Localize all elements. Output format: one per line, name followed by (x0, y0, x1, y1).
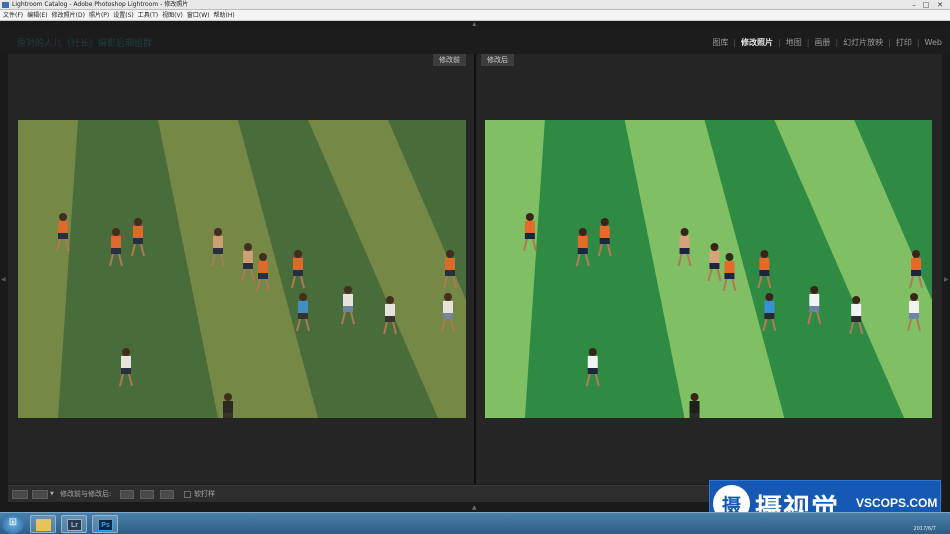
before-photo[interactable] (18, 120, 466, 418)
soft-proof-label: 软打样 (194, 490, 215, 498)
photoshop-icon: Ps (98, 519, 113, 531)
lightroom-app-icon (2, 2, 9, 8)
before-after-view-button[interactable] (32, 490, 48, 499)
module-separator: | (916, 38, 920, 47)
right-panel-toggle-icon[interactable]: ▶ (944, 276, 949, 283)
copy-before-to-after-button[interactable] (120, 490, 134, 499)
swap-before-after-button[interactable] (160, 490, 174, 499)
menu-bar: 文件(F) 编辑(E) 修改照片(D) 照片(P) 设置(S) 工具(T) 视图… (0, 10, 950, 21)
menu-edit[interactable]: 编辑(E) (27, 10, 51, 20)
identity-plate: 原对的人儿（社长）摄影后期组群 (17, 39, 153, 49)
module-develop[interactable]: 修改照片 (741, 37, 773, 48)
compare-divider (474, 54, 476, 484)
soft-proof-checkbox[interactable] (184, 491, 191, 498)
module-separator: | (888, 38, 891, 47)
module-separator: | (733, 38, 737, 47)
module-bar: 原对的人儿（社长）摄影后期组群 图库 | 修改照片 | 地图 | 画册 | 幻灯… (0, 26, 950, 54)
taskbar-clock: 2017/6/7 (913, 526, 936, 532)
after-label: 修改后 (481, 54, 514, 66)
folder-icon (36, 519, 51, 531)
menu-tools[interactable]: 工具(T) (138, 10, 162, 20)
menu-view[interactable]: 视图(V) (162, 10, 187, 20)
menu-file[interactable]: 文件(F) (3, 10, 27, 20)
module-map[interactable]: 地图 (786, 37, 802, 48)
taskbar-photoshop[interactable]: Ps (92, 515, 118, 533)
taskbar-lightroom[interactable]: Lr (61, 515, 87, 533)
module-print[interactable]: 打印 (896, 37, 912, 48)
copy-after-to-before-button[interactable] (140, 490, 154, 499)
lightroom-icon: Lr (67, 519, 82, 531)
module-separator: | (835, 38, 839, 47)
maximize-button[interactable]: □ (920, 0, 932, 10)
menu-develop[interactable]: 修改照片(D) (52, 10, 89, 20)
before-label: 修改前 (433, 54, 466, 66)
window-controls: – □ ✕ (908, 0, 948, 10)
watermark-english-text: VSCOPS.COM (856, 496, 938, 510)
module-separator: | (778, 38, 781, 47)
loupe-view-button[interactable] (12, 490, 28, 499)
left-panel-toggle-icon[interactable]: ◀ (1, 276, 6, 283)
module-book[interactable]: 画册 (814, 37, 830, 48)
module-library[interactable]: 图库 (712, 37, 728, 48)
menu-photo[interactable]: 照片(P) (89, 10, 113, 20)
compare-label: 修改前与修改后: (60, 490, 112, 498)
menu-window[interactable]: 窗口(W) (187, 10, 214, 20)
module-web[interactable]: Web (925, 38, 942, 47)
windows-logo-icon: ⊞ (8, 517, 18, 528)
menu-settings[interactable]: 设置(S) (113, 10, 138, 20)
module-slideshow[interactable]: 幻灯片放映 (843, 37, 883, 48)
menu-help[interactable]: 帮助(H) (214, 10, 239, 20)
close-button[interactable]: ✕ (932, 0, 948, 10)
window-title: Lightroom Catalog - Adobe Photoshop Ligh… (12, 1, 189, 8)
bottom-panel-toggle-icon[interactable]: ▲ (472, 504, 477, 511)
window-title-bar: Lightroom Catalog - Adobe Photoshop Ligh… (0, 0, 950, 10)
windows-taskbar: ⊞ Lr Ps 2017/6/7 (0, 512, 950, 534)
after-photo[interactable] (485, 120, 932, 418)
taskbar-explorer[interactable] (30, 515, 56, 533)
view-mode-dropdown-icon[interactable]: ▼ (50, 489, 54, 500)
module-picker: 图库 | 修改照片 | 地图 | 画册 | 幻灯片放映 | 打印 | Web (712, 37, 942, 48)
module-separator: | (806, 38, 810, 47)
start-button[interactable]: ⊞ (2, 514, 24, 534)
minimize-button[interactable]: – (908, 0, 920, 10)
